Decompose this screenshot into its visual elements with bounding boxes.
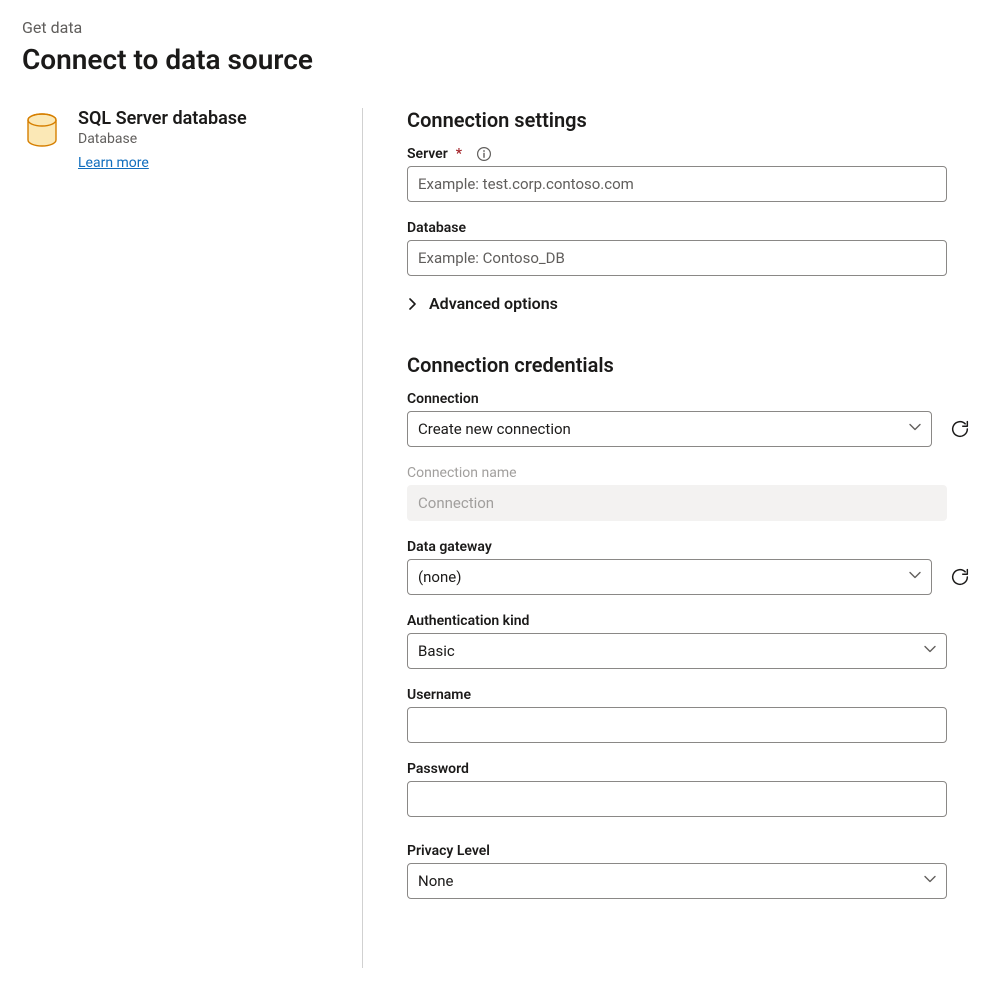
server-label: Server <box>407 146 448 162</box>
connection-select[interactable]: Create new connection <box>407 411 932 447</box>
connection-select-value: Create new connection <box>418 420 571 438</box>
refresh-gateway-button[interactable] <box>948 565 972 589</box>
advanced-options-toggle[interactable]: Advanced options <box>407 294 972 313</box>
auth-kind-label: Authentication kind <box>407 613 529 629</box>
password-input[interactable] <box>407 781 947 817</box>
connector-summary: SQL Server database Database Learn more <box>22 108 362 968</box>
advanced-options-label: Advanced options <box>429 294 558 313</box>
privacy-level-label: Privacy Level <box>407 843 490 859</box>
refresh-icon <box>949 418 971 440</box>
learn-more-link[interactable]: Learn more <box>78 155 149 171</box>
database-label: Database <box>407 220 466 236</box>
section-connection-settings: Connection settings <box>407 108 972 132</box>
data-gateway-select-value: (none) <box>418 568 461 586</box>
breadcrumb: Get data <box>22 18 982 37</box>
connector-subtitle: Database <box>78 131 247 147</box>
auth-kind-select[interactable]: Basic <box>407 633 947 669</box>
connection-name-label: Connection name <box>407 465 517 481</box>
connection-label: Connection <box>407 391 479 407</box>
database-icon <box>22 110 62 150</box>
privacy-level-select[interactable]: None <box>407 863 947 899</box>
required-indicator: * <box>456 146 462 162</box>
privacy-level-select-value: None <box>418 872 454 890</box>
data-gateway-label: Data gateway <box>407 539 492 555</box>
connector-title: SQL Server database <box>78 108 247 129</box>
password-label: Password <box>407 761 469 777</box>
refresh-connection-button[interactable] <box>948 417 972 441</box>
server-input[interactable] <box>407 166 947 202</box>
connection-name-input <box>407 485 947 521</box>
username-label: Username <box>407 687 471 703</box>
page-title: Connect to data source <box>22 43 982 76</box>
chevron-right-icon <box>407 298 419 310</box>
info-icon[interactable] <box>476 146 492 162</box>
username-input[interactable] <box>407 707 947 743</box>
auth-kind-select-value: Basic <box>418 642 455 660</box>
database-input[interactable] <box>407 240 947 276</box>
data-gateway-select[interactable]: (none) <box>407 559 932 595</box>
section-connection-credentials: Connection credentials <box>407 353 972 377</box>
refresh-icon <box>949 566 971 588</box>
